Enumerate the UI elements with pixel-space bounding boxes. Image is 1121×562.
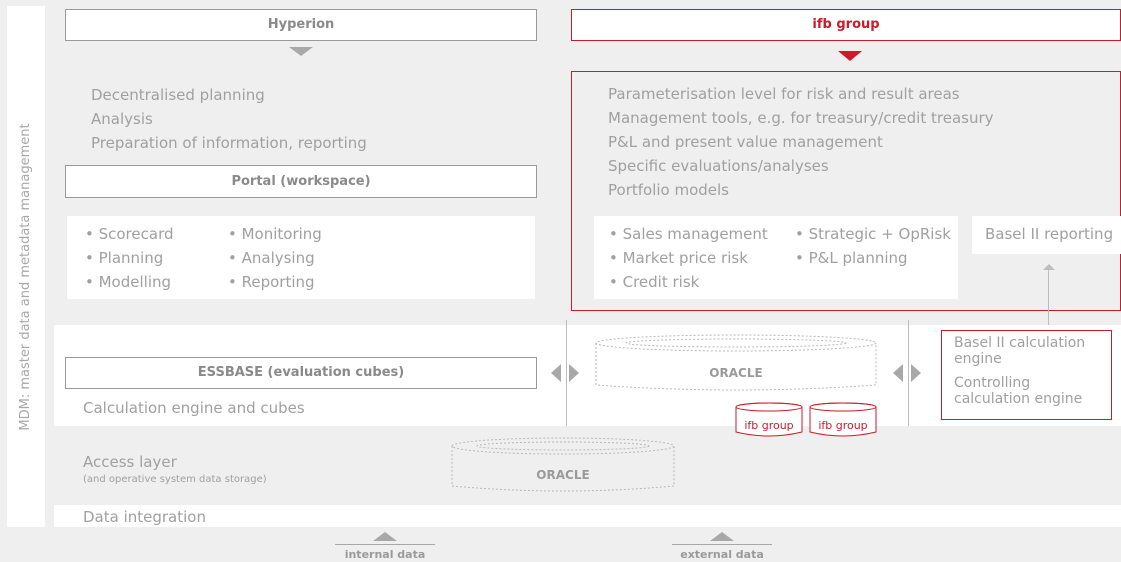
ifb-function: P&L and present value management xyxy=(608,133,883,151)
list-item: • Sales management xyxy=(609,225,768,243)
ifb-function: Specific evaluations/analyses xyxy=(608,157,829,175)
list-item: • Market price risk xyxy=(609,249,748,267)
list-item: • Reporting xyxy=(228,273,315,291)
basel-reporting-label: Basel II reporting xyxy=(985,225,1114,243)
basel-reporting-box: Basel II reporting xyxy=(972,216,1121,254)
hyperion-arrow-icon xyxy=(289,47,313,56)
oracle-database-icon xyxy=(451,437,675,492)
list-item: • Credit risk xyxy=(609,273,700,291)
divider-line xyxy=(566,320,567,426)
ifb-tools-col2: • Strategic + OpRisk • P&L planning xyxy=(795,222,951,270)
ifb-header: ifb group xyxy=(571,9,1121,41)
oracle-label: ORACLE xyxy=(536,468,590,482)
ifb-function: Parameterisation level for risk and resu… xyxy=(608,85,960,103)
ifb-tools-box: • Sales management • Market price risk •… xyxy=(594,216,958,299)
ifb-function: Portfolio models xyxy=(608,181,729,199)
ifb-tools-col1: • Sales management • Market price risk •… xyxy=(609,222,768,294)
list-item: • Modelling xyxy=(85,273,172,291)
list-item: • P&L planning xyxy=(795,249,908,267)
ifb-arrow-icon xyxy=(838,51,862,61)
ifb-database-label: ifb group xyxy=(744,419,794,432)
list-item: • Planning xyxy=(85,249,164,267)
access-layer-label: Access layer xyxy=(83,453,177,471)
controlling-engine-label: Controlling calculation engine xyxy=(954,375,1083,407)
portal-box: Portal (workspace) xyxy=(65,165,537,198)
external-data-arrow-icon xyxy=(710,532,734,541)
data-integration-label: Data integration xyxy=(83,508,206,526)
ifb-functions: Parameterisation level for risk and resu… xyxy=(608,82,994,202)
ifb-database-label: ifb group xyxy=(818,419,868,432)
essbase-box: ESSBASE (evaluation cubes) xyxy=(65,357,537,389)
calculation-label: Calculation engine and cubes xyxy=(83,399,305,417)
list-item: • Analysing xyxy=(228,249,315,267)
engine-box: Basel II calculation engine Controlling … xyxy=(941,330,1112,420)
basel-connector-line xyxy=(1048,270,1049,326)
hyperion-function: Decentralised planning xyxy=(91,86,265,104)
external-data-label: external data xyxy=(680,548,764,561)
basel-reporting-arrow-icon xyxy=(1043,264,1055,270)
list-item: • Strategic + OpRisk xyxy=(795,225,951,243)
internal-data-underline xyxy=(335,544,435,545)
hyperion-tools-col2: • Monitoring • Analysing • Reporting xyxy=(228,222,322,294)
list-item: • Monitoring xyxy=(228,225,322,243)
internal-data-label: internal data xyxy=(344,548,426,561)
access-layer-sublabel: (and operative system data storage) xyxy=(83,474,267,485)
hyperion-header: Hyperion xyxy=(65,9,537,41)
data-integration-bar xyxy=(54,505,1121,527)
mdm-label: MDM: master data and metadata management xyxy=(18,123,33,431)
hyperion-tools-col1: • Scorecard • Planning • Modelling xyxy=(85,222,174,294)
oracle-label: ORACLE xyxy=(709,366,763,380)
hyperion-tools-box: • Scorecard • Planning • Modelling • Mon… xyxy=(67,216,535,299)
hyperion-functions: Decentralised planning Analysis Preparat… xyxy=(91,83,367,155)
ifb-function: Management tools, e.g. for treasury/cred… xyxy=(608,109,994,127)
list-item: • Scorecard xyxy=(85,225,174,243)
hyperion-function: Analysis xyxy=(91,110,153,128)
hyperion-function: Preparation of information, reporting xyxy=(91,134,367,152)
oracle-database-icon xyxy=(595,334,877,391)
internal-data-arrow-icon xyxy=(373,532,397,541)
basel-engine-label: Basel II calculation engine xyxy=(954,335,1086,367)
divider-line xyxy=(908,320,909,426)
external-data-underline xyxy=(672,544,772,545)
